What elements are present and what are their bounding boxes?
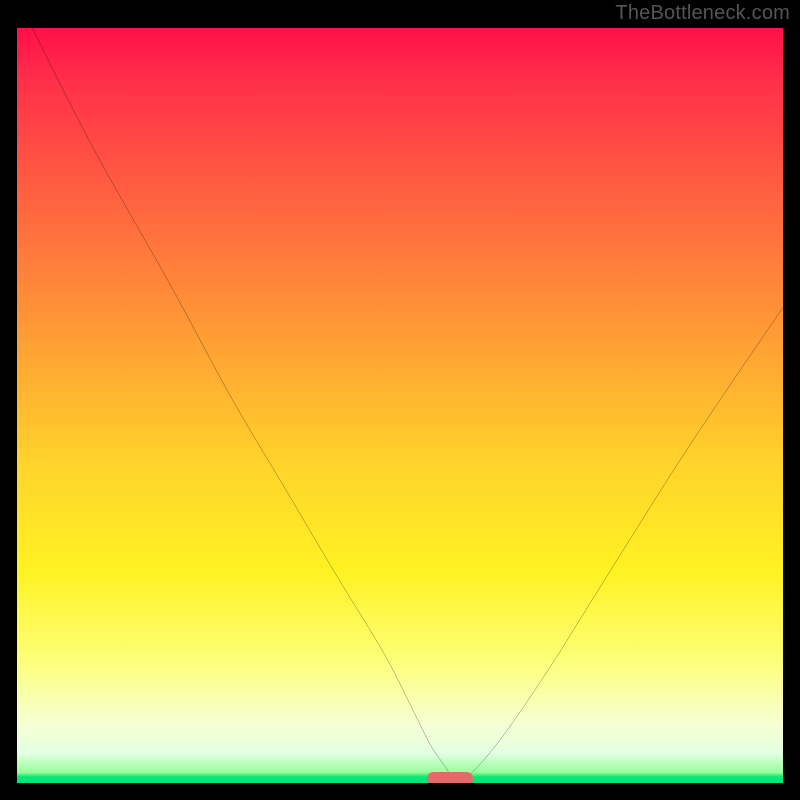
bottleneck-curve [17, 28, 783, 783]
watermark-label: TheBottleneck.com [615, 2, 790, 25]
minimum-marker [427, 772, 473, 783]
chart-frame: TheBottleneck.com [0, 0, 800, 800]
plot-area [17, 28, 783, 783]
curve-path [32, 28, 783, 781]
